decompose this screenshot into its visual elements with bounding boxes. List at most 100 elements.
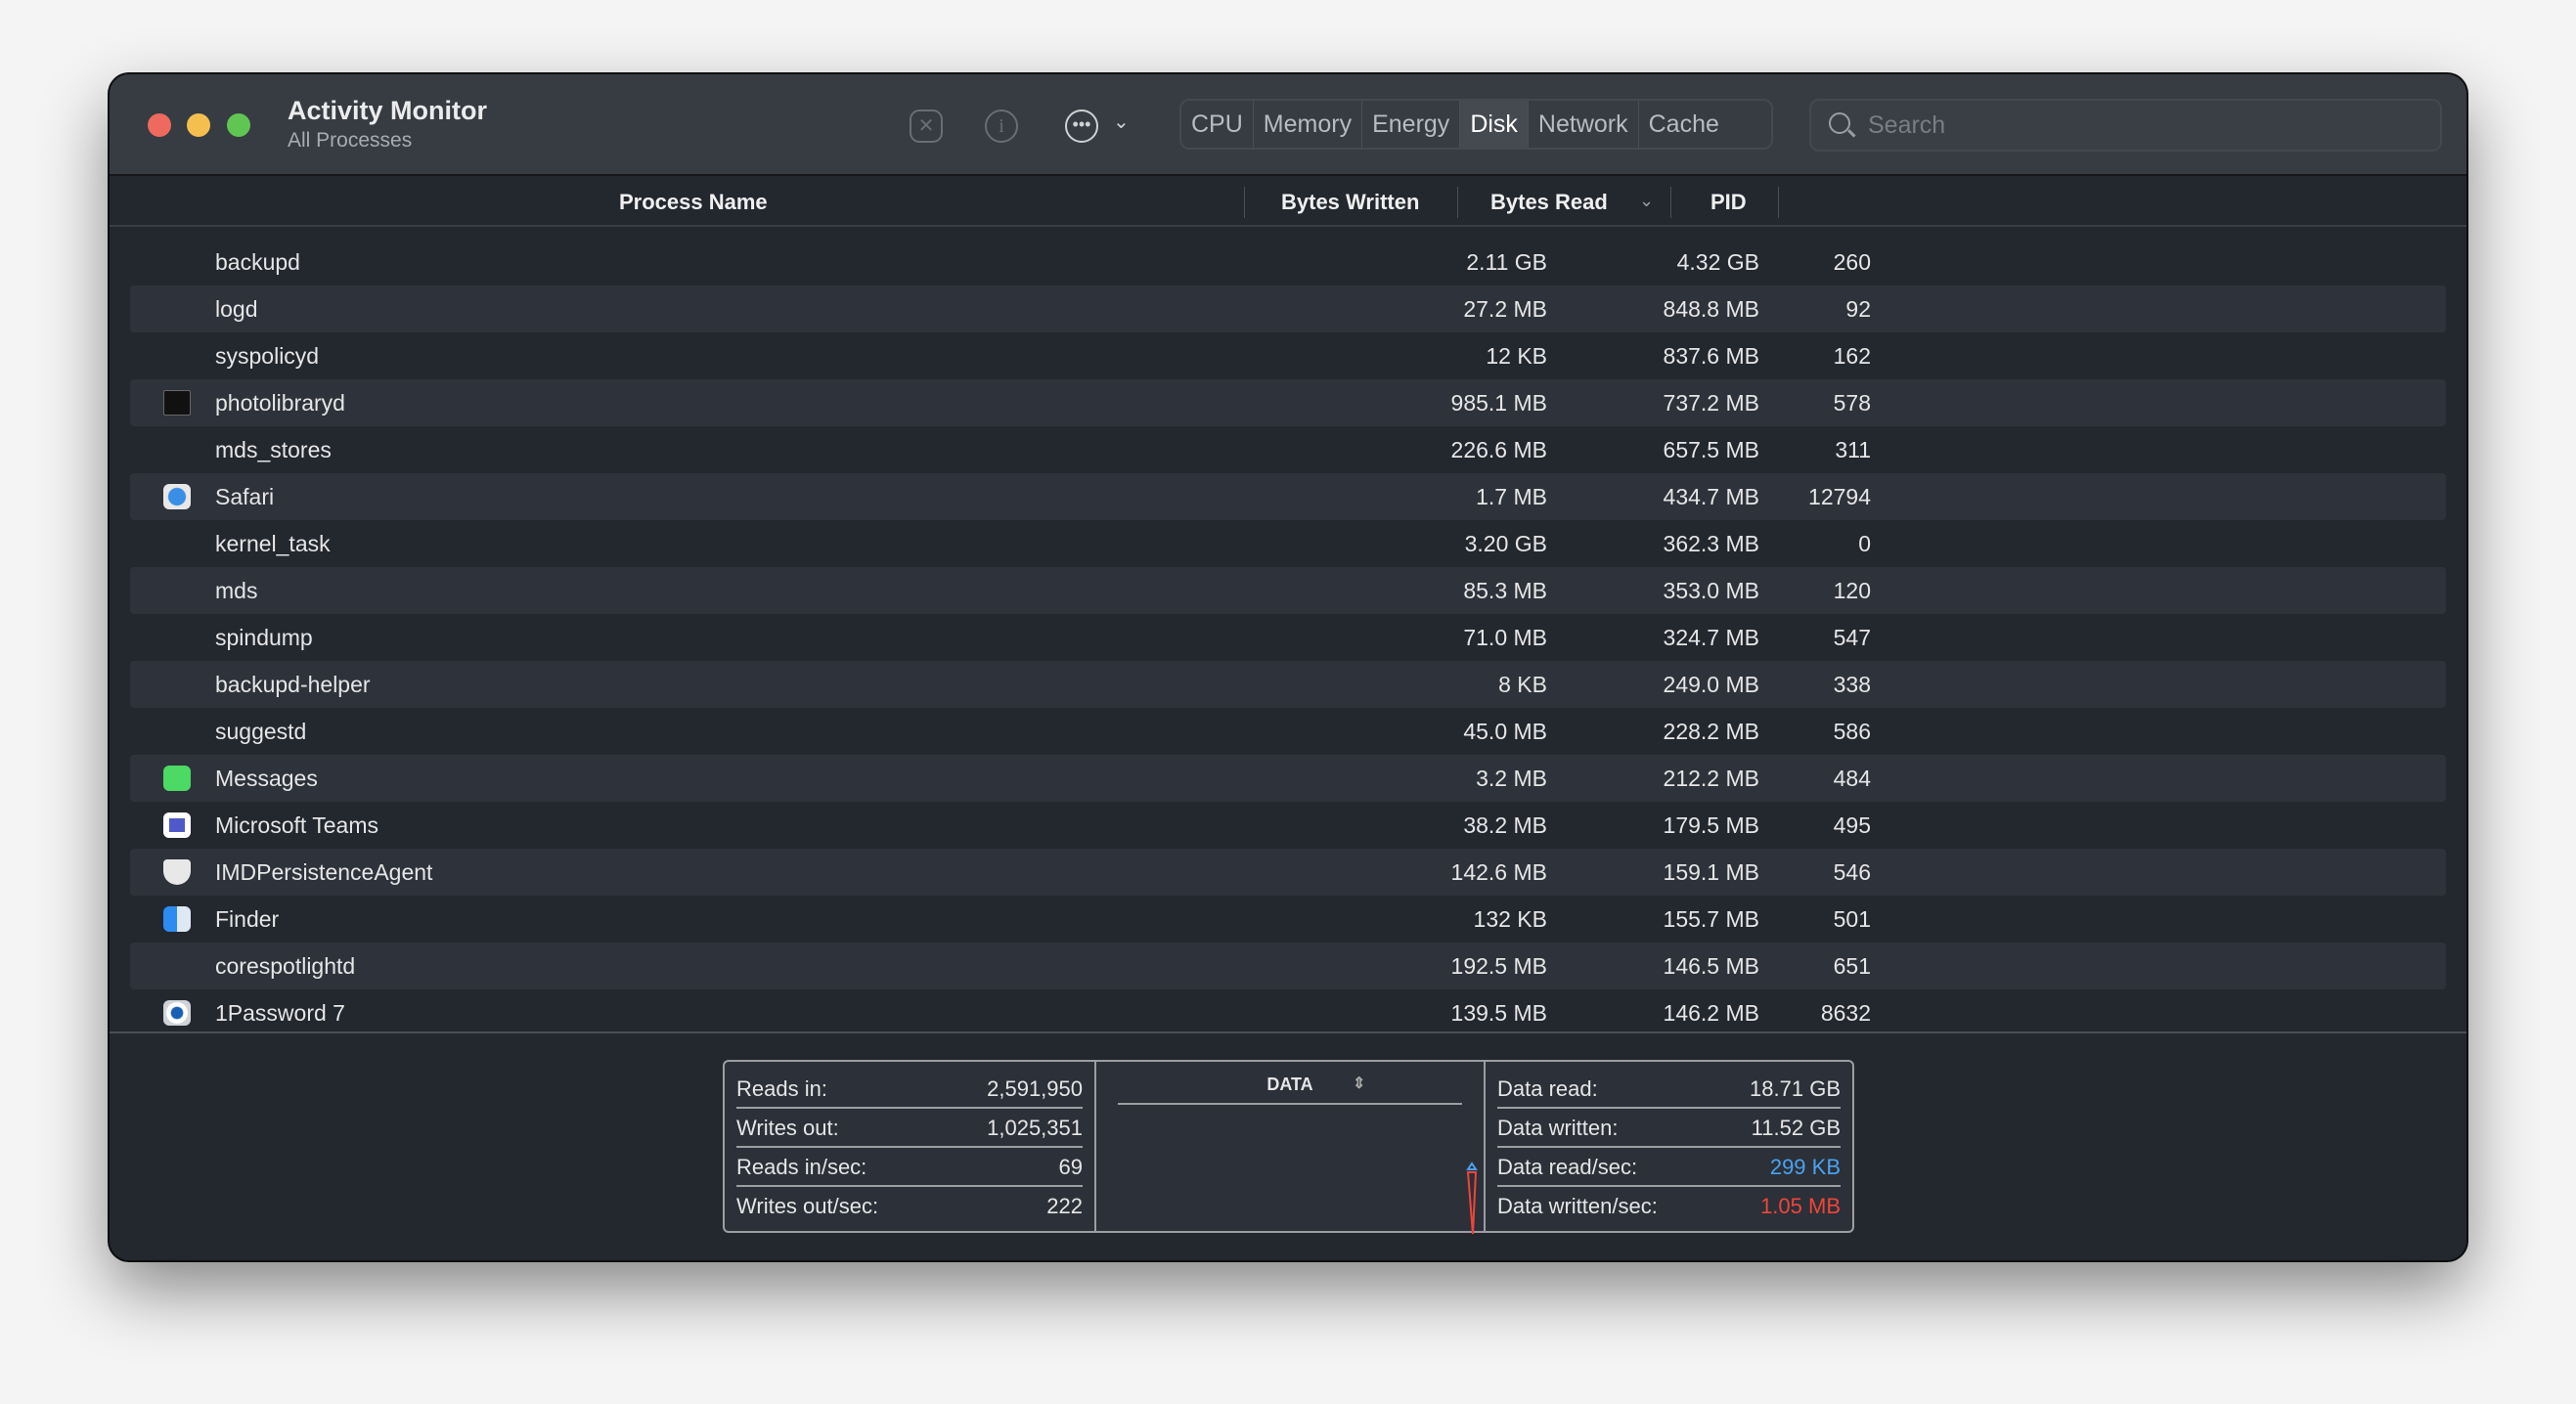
table-row[interactable]: 1Password 7 139.5 MB 146.2 MB 8632 xyxy=(130,989,2446,1036)
pid: 495 xyxy=(1833,812,1871,838)
stat-value: 1,025,351 xyxy=(987,1116,1083,1140)
table-row[interactable]: syspolicyd 12 KB 837.6 MB 162 xyxy=(130,332,2446,379)
bytes-written: 142.6 MB xyxy=(1450,859,1547,885)
messages-icon xyxy=(163,766,191,791)
table-row[interactable]: backupd-helper 8 KB 249.0 MB 338 xyxy=(130,661,2446,708)
column-divider[interactable] xyxy=(1670,187,1671,218)
bytes-read: 228.2 MB xyxy=(1663,719,1759,744)
tab-network[interactable]: Network xyxy=(1529,101,1639,148)
table-row[interactable]: mds 85.3 MB 353.0 MB 120 xyxy=(130,567,2446,614)
process-name: Messages xyxy=(215,766,318,791)
process-name: 1Password 7 xyxy=(215,1000,345,1026)
bytes-written: 45.0 MB xyxy=(1463,719,1547,744)
search-field[interactable] xyxy=(1809,99,2442,152)
bytes-read: 159.1 MB xyxy=(1663,859,1759,885)
window-title: Activity Monitor xyxy=(288,96,488,125)
bytes-read: 146.2 MB xyxy=(1663,1000,1759,1026)
disk-summary-panel: Reads in: 2,591,950 Writes out: 1,025,351 Re… xyxy=(723,1060,1854,1235)
data-graph[interactable]: DATA ⇕ xyxy=(1096,1062,1484,1235)
stat-value: 222 xyxy=(1046,1194,1083,1218)
column-divider[interactable] xyxy=(1457,187,1458,218)
stop-process-icon[interactable]: ✕ xyxy=(910,110,943,143)
pid: 546 xyxy=(1833,859,1871,885)
table-row[interactable]: Safari 1.7 MB 434.7 MB 12794 xyxy=(130,473,2446,520)
process-name: IMDPersistenceAgent xyxy=(215,859,433,885)
process-name: mds xyxy=(215,578,258,603)
more-options-icon[interactable]: ••• xyxy=(1065,110,1098,143)
tab-memory[interactable]: Memory xyxy=(1254,101,1363,148)
process-name: spindump xyxy=(215,625,313,650)
table-row[interactable]: suggestd 45.0 MB 228.2 MB 586 xyxy=(130,708,2446,755)
process-name: logd xyxy=(215,296,258,322)
stat-value: 2,591,950 xyxy=(987,1076,1083,1101)
column-bytes-read[interactable]: Bytes Read xyxy=(1490,177,1608,227)
safari-icon xyxy=(163,484,191,509)
tab-cpu[interactable]: CPU xyxy=(1181,101,1254,148)
bytes-read: 657.5 MB xyxy=(1663,437,1759,462)
process-name: corespotlightd xyxy=(215,953,356,979)
zoom-button[interactable] xyxy=(227,113,250,137)
write-series-line xyxy=(1466,1171,1478,1235)
pid: 0 xyxy=(1858,531,1871,556)
bytes-read: 837.6 MB xyxy=(1663,343,1759,369)
bytes-written: 3.2 MB xyxy=(1476,766,1547,791)
stat-label: Reads in/sec: xyxy=(736,1155,867,1179)
process-name: photolibraryd xyxy=(215,390,345,416)
table-row[interactable]: Messages 3.2 MB 212.2 MB 484 xyxy=(130,755,2446,802)
pid: 260 xyxy=(1833,249,1871,275)
table-row[interactable]: kernel_task 3.20 GB 362.3 MB 0 xyxy=(130,520,2446,567)
stat-value: 11.52 GB xyxy=(1751,1116,1841,1140)
view-tabs: CPU Memory Energy Disk Network Cache xyxy=(1179,99,1773,150)
read-series-line xyxy=(1466,1162,1478,1170)
column-divider[interactable] xyxy=(1244,187,1245,218)
table-row[interactable]: corespotlightd 192.5 MB 146.5 MB 651 xyxy=(130,943,2446,989)
pid: 484 xyxy=(1833,766,1871,791)
column-divider[interactable] xyxy=(1778,187,1779,218)
column-process-name[interactable]: Process Name xyxy=(619,177,768,227)
info-icon[interactable]: i xyxy=(985,110,1018,143)
bytes-read: 737.2 MB xyxy=(1663,390,1759,416)
stat-row: Data written: 11.52 GB xyxy=(1497,1109,1841,1148)
tab-cache[interactable]: Cache xyxy=(1639,101,1729,148)
bytes-written: 132 KB xyxy=(1473,906,1547,932)
close-button[interactable] xyxy=(148,113,171,137)
bytes-written: 226.6 MB xyxy=(1450,437,1547,462)
tab-energy[interactable]: Energy xyxy=(1362,101,1461,148)
pid: 578 xyxy=(1833,390,1871,416)
stat-row: Reads in/sec: 69 xyxy=(736,1148,1083,1187)
search-input[interactable] xyxy=(1868,101,2425,150)
tab-disk[interactable]: Disk xyxy=(1460,101,1529,148)
stat-value: 18.71 GB xyxy=(1750,1076,1841,1101)
process-name: Finder xyxy=(215,906,280,932)
process-name: suggestd xyxy=(215,719,307,744)
stat-label: Writes out: xyxy=(736,1116,839,1140)
table-row[interactable]: IMDPersistenceAgent 142.6 MB 159.1 MB 546 xyxy=(130,849,2446,896)
minimize-button[interactable] xyxy=(187,113,210,137)
pid: 338 xyxy=(1833,672,1871,697)
table-row[interactable]: Microsoft Teams 38.2 MB 179.5 MB 495 xyxy=(130,802,2446,849)
process-name: Microsoft Teams xyxy=(215,812,379,838)
pid: 120 xyxy=(1833,578,1871,603)
stat-value: 299 KB xyxy=(1769,1155,1841,1179)
stat-value: 69 xyxy=(1058,1155,1083,1179)
chevron-down-icon[interactable]: ⌄ xyxy=(1113,110,1130,134)
process-name: Safari xyxy=(215,484,275,509)
stat-row: Data read/sec: 299 KB xyxy=(1497,1148,1841,1187)
table-row[interactable]: logd 27.2 MB 848.8 MB 92 xyxy=(130,285,2446,332)
table-row[interactable]: photolibraryd 985.1 MB 737.2 MB 578 xyxy=(130,379,2446,426)
finder-icon xyxy=(163,906,191,932)
column-bytes-written[interactable]: Bytes Written xyxy=(1281,177,1419,227)
bytes-written: 139.5 MB xyxy=(1450,1000,1547,1026)
stat-value: 1.05 MB xyxy=(1760,1194,1841,1218)
table-row[interactable]: spindump 71.0 MB 324.7 MB 547 xyxy=(130,614,2446,661)
stat-label: Writes out/sec: xyxy=(736,1194,879,1218)
table-row[interactable]: backupd 2.11 GB 4.32 GB 260 xyxy=(130,239,2446,285)
process-list: backupd 2.11 GB 4.32 GB 260 logd 27.2 MB 848.8… xyxy=(130,239,2446,1036)
graph-plot xyxy=(1466,1162,1478,1235)
pid: 92 xyxy=(1845,296,1871,322)
table-row[interactable]: mds_stores 226.6 MB 657.5 MB 311 xyxy=(130,426,2446,473)
column-pid[interactable]: PID xyxy=(1710,177,1747,227)
bytes-written: 85.3 MB xyxy=(1463,578,1547,603)
stat-label: Data written: xyxy=(1497,1116,1619,1140)
table-row[interactable]: Finder 132 KB 155.7 MB 501 xyxy=(130,896,2446,943)
